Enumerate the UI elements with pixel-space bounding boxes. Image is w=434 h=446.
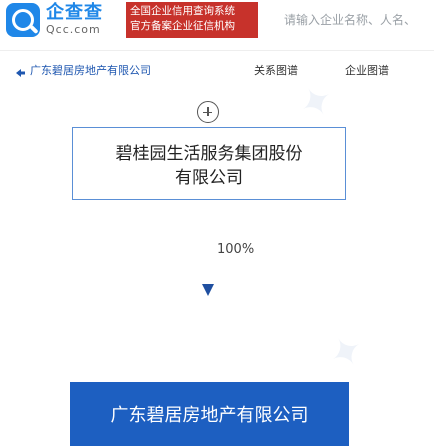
parent-company-box[interactable]: 碧桂园生活服务集团股份 有限公司: [72, 127, 346, 200]
parent-company-name-line-1: 碧桂园生活服务集团股份: [115, 144, 303, 164]
header-divider: [0, 50, 434, 51]
tab-relation-graph[interactable]: 关系图谱: [254, 62, 298, 78]
down-arrow-icon: [202, 284, 214, 296]
target-company-name: 广东碧居房地产有限公司: [110, 405, 309, 426]
logo[interactable]: 企查查 Qcc.com: [46, 3, 118, 37]
watermark: ✦: [320, 324, 373, 382]
banner-line-1: 全国企业信用查询系统: [130, 5, 235, 17]
back-arrow-icon: [14, 64, 26, 77]
tab-enterprise-graph[interactable]: 企业图谱: [345, 62, 389, 78]
back-link[interactable]: 广东碧居房地产有限公司: [14, 62, 151, 78]
credit-banner[interactable]: 全国企业信用查询系统 官方备案企业征信机构: [126, 2, 258, 38]
banner-line-2: 官方备案企业征信机构: [130, 20, 235, 32]
logo-text: 企查查: [46, 2, 103, 23]
header: 企查查 Qcc.com 全国企业信用查询系统 官方备案企业征信机构: [0, 0, 434, 44]
target-company-box[interactable]: 广东碧居房地产有限公司: [70, 382, 349, 446]
share-percentage: 100%: [217, 242, 255, 257]
logo-domain: Qcc.com: [46, 23, 101, 36]
parent-company-name-line-2: 有限公司: [175, 168, 243, 188]
back-link-label: 广东碧居房地产有限公司: [30, 64, 151, 77]
expand-plus-icon[interactable]: [197, 101, 219, 123]
logo-magnifier-icon[interactable]: [6, 3, 40, 37]
nav-bar: 广东碧居房地产有限公司 关系图谱 企业图谱: [0, 56, 434, 86]
search-input[interactable]: [276, 6, 434, 34]
